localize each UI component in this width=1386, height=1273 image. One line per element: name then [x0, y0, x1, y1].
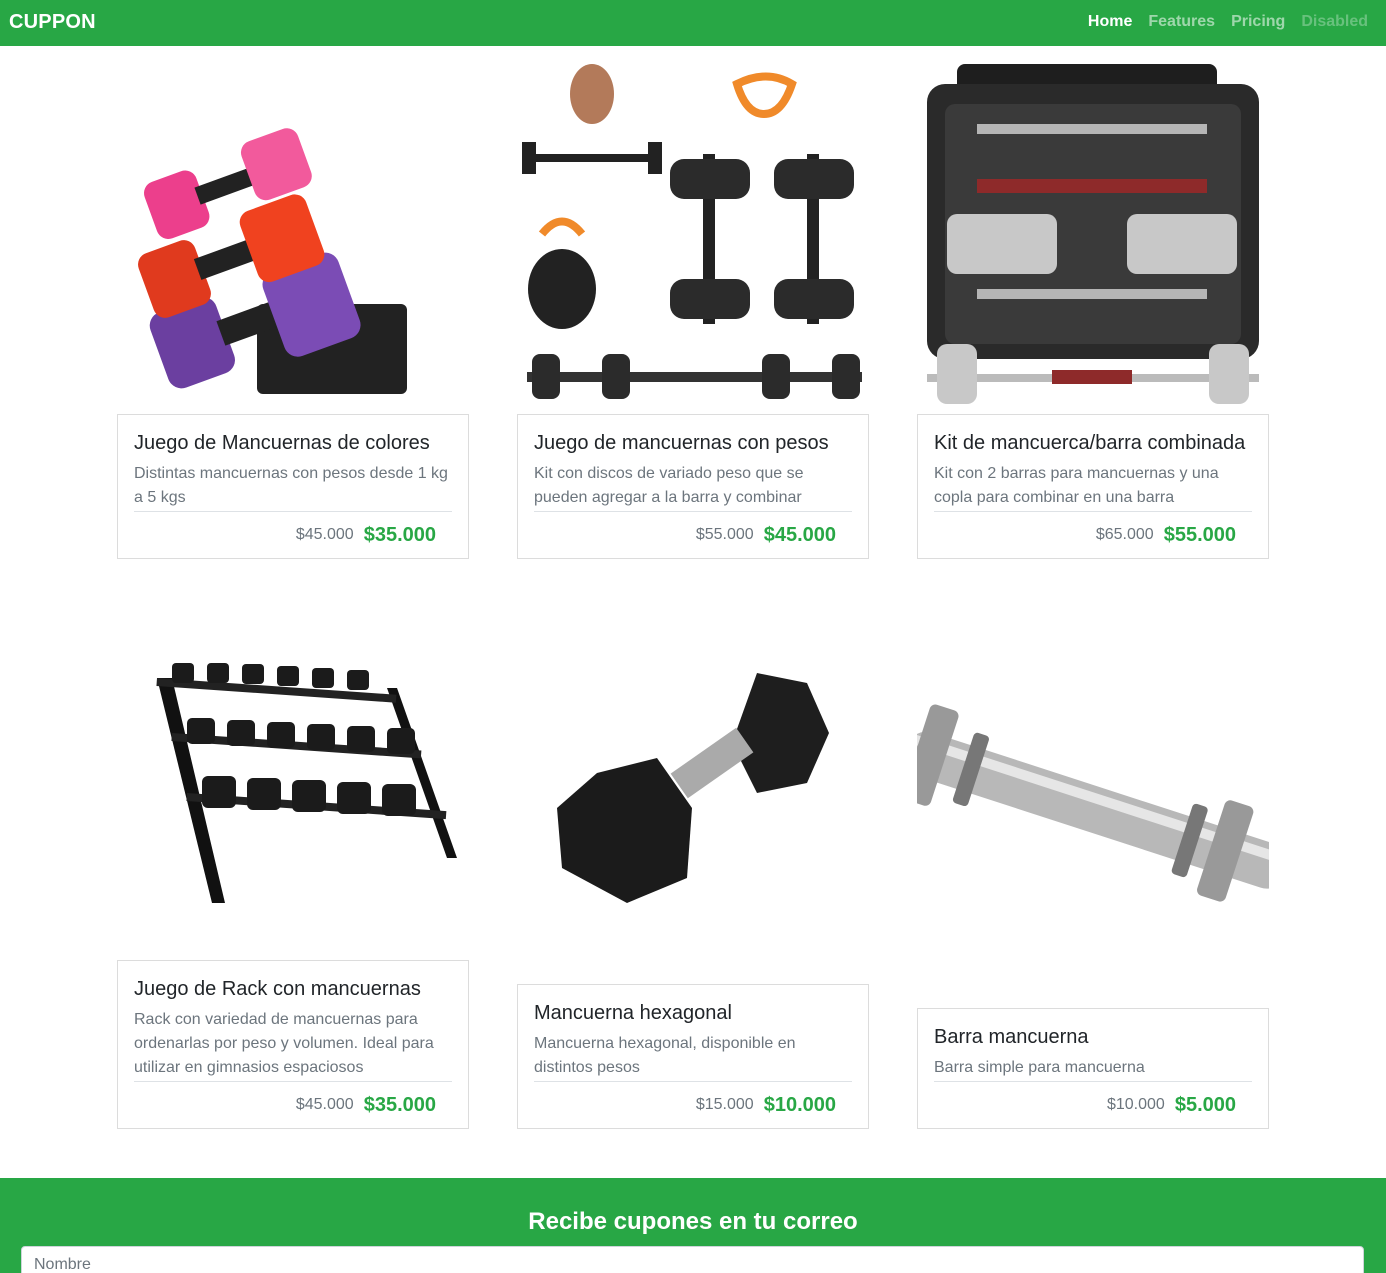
product-card[interactable]: Juego de Rack con mancuernas Rack con va…: [117, 960, 469, 1129]
product-title: Mancuerna hexagonal: [534, 1002, 732, 1024]
brand-logo[interactable]: CUPPON: [9, 11, 96, 34]
product-card[interactable]: Juego de mancuernas con pesos Kit con di…: [517, 414, 869, 559]
nav-features[interactable]: Features: [1148, 13, 1215, 31]
old-price: $15.000: [695, 1096, 754, 1113]
product-description: Distintas mancuernas con pesos desde 1 k…: [134, 465, 448, 506]
product-title: Juego de Rack con mancuernas: [134, 978, 421, 1000]
old-price: $65.000: [1095, 526, 1154, 543]
old-price: $45.000: [295, 526, 354, 543]
newsletter-title: Recibe cupones en tu correo: [528, 1208, 858, 1235]
newsletter-section: Recibe cupones en tu correo: [0, 1178, 1386, 1273]
product-card[interactable]: Juego de Mancuernas de colores Distintas…: [117, 414, 469, 559]
dumbbell-bar-image: [917, 608, 1269, 1008]
product-description: Mancuerna hexagonal, disponible en disti…: [534, 1035, 796, 1076]
price-row: $55.000 $45.000: [534, 511, 852, 558]
nav-home[interactable]: Home: [1088, 13, 1132, 31]
dumbbell-rack-image: [117, 608, 469, 960]
product-title: Barra mancuerna: [934, 1026, 1089, 1048]
colored-dumbbells-image: [117, 54, 469, 414]
old-price: $45.000: [295, 1096, 354, 1113]
old-price: $55.000: [695, 526, 754, 543]
nav-disabled: Disabled: [1301, 13, 1368, 30]
product-title: Juego de Mancuernas de colores: [134, 432, 430, 454]
new-price: $35.000: [363, 523, 436, 546]
product-title: Kit de mancuerca/barra combinada: [934, 432, 1246, 454]
product-title: Juego de mancuernas con pesos: [534, 432, 829, 454]
old-price: $10.000: [1106, 1096, 1165, 1113]
price-row: $45.000 $35.000: [134, 511, 452, 558]
new-price: $5.000: [1174, 1093, 1236, 1116]
dumbbell-weights-kit-image: [517, 54, 869, 414]
price-row: $15.000 $10.000: [534, 1081, 852, 1128]
new-price: $35.000: [363, 1093, 436, 1116]
price-row: $65.000 $55.000: [934, 511, 1252, 558]
navbar: CUPPON Home Features Pricing Disabled: [0, 0, 1386, 46]
nav-pricing[interactable]: Pricing: [1231, 13, 1285, 31]
product-card[interactable]: Kit de mancuerca/barra combinada Kit con…: [917, 414, 1269, 559]
product-description: Kit con discos de variado peso que se pu…: [534, 465, 804, 506]
hex-dumbbell-image: [517, 608, 869, 984]
product-card[interactable]: Barra mancuerna Barra simple para mancue…: [917, 1008, 1269, 1129]
price-row: $45.000 $35.000: [134, 1081, 452, 1128]
dumbbell-case-kit-image: [917, 54, 1269, 414]
price-row: $10.000 $5.000: [934, 1081, 1252, 1128]
name-input[interactable]: [21, 1246, 1364, 1273]
product-description: Barra simple para mancuerna: [934, 1059, 1145, 1076]
product-card[interactable]: Mancuerna hexagonal Mancuerna hexagonal,…: [517, 984, 869, 1129]
product-description: Kit con 2 barras para mancuernas y una c…: [934, 465, 1219, 506]
new-price: $55.000: [1163, 523, 1236, 546]
new-price: $45.000: [763, 523, 836, 546]
product-description: Rack con variedad de mancuernas para ord…: [134, 1011, 434, 1076]
new-price: $10.000: [763, 1093, 836, 1116]
nav-links: Home Features Pricing Disabled: [1088, 13, 1368, 31]
